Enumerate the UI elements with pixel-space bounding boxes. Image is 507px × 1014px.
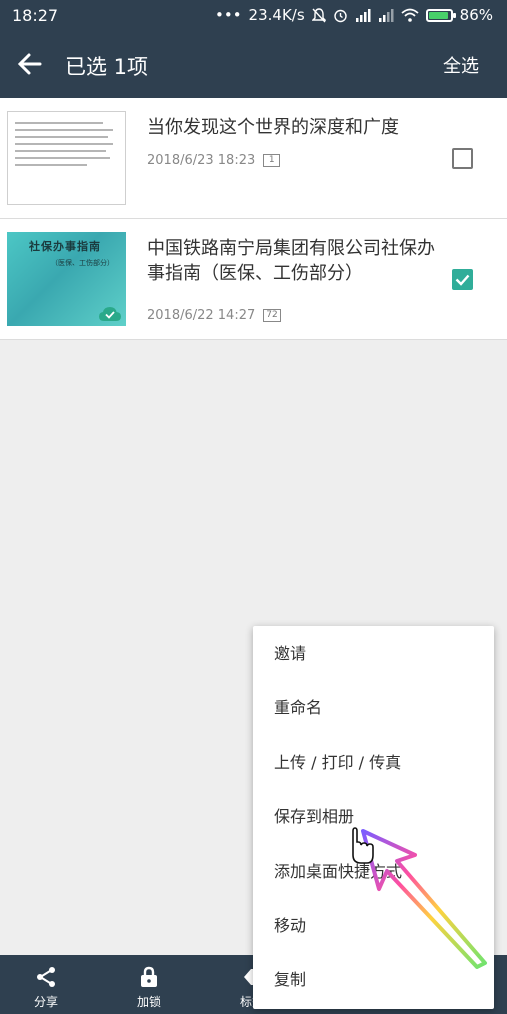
file-meta: 2018/6/23 18:23 1 [147,153,281,168]
file-row[interactable]: 当你发现这个世界的深度和广度 2018/6/23 18:23 1 [0,98,507,219]
signal-icon-2 [378,9,394,22]
cloud-synced-icon [99,307,121,321]
status-icons: ••• 23.4K/s 86% [215,6,493,24]
file-title: 中国铁路南宁局集团有限公司社保办事指南（医保、工伤部分） [147,238,435,284]
menu-item-move[interactable]: 移动 [253,899,494,953]
watermark: Bai 经验 [384,962,446,980]
share-label: 分享 [33,995,58,1009]
lock-icon [141,966,157,987]
file-list: 当你发现这个世界的深度和广度 2018/6/23 18:23 1 社保办事指南 … [0,98,507,340]
battery-percent: 86% [459,6,493,24]
select-checkbox[interactable] [452,148,473,169]
menu-item-save-to-album[interactable]: 保存到相册 [253,790,494,844]
status-dots: ••• [215,6,242,24]
wifi-icon [401,8,419,22]
file-thumbnail: 社保办事指南 （医保、工伤部分） [7,232,126,326]
alarm-icon [333,9,347,22]
file-date: 2018/6/23 18:23 [147,153,256,168]
page-count-badge: 1 [263,154,281,167]
battery-icon [425,8,456,22]
share-icon [37,967,55,987]
checkmark-icon [455,274,470,286]
lock-label: 加锁 [136,995,161,1009]
back-button[interactable] [14,48,46,80]
select-all-button[interactable]: 全选 [443,52,479,78]
menu-item-add-shortcut[interactable]: 添加桌面快捷方式 [253,845,494,899]
menu-item-invite[interactable]: 邀请 [253,627,494,681]
file-title: 当你发现这个世界的深度和广度 [147,117,399,138]
lock-button[interactable]: 加锁 [119,965,179,1010]
share-button[interactable]: 分享 [16,965,76,1010]
arrow-left-icon [17,53,42,75]
file-meta: 2018/6/22 14:27 72 [147,308,281,323]
page-count-badge: 72 [263,309,281,322]
menu-item-copy[interactable]: 复制 [253,953,494,1007]
menu-item-rename[interactable]: 重命名 [253,681,494,735]
mute-bell-icon [311,7,326,22]
menu-item-upload-print-fax[interactable]: 上传 / 打印 / 传真 [253,736,494,790]
status-time: 18:27 [12,6,59,25]
file-row[interactable]: 社保办事指南 （医保、工伤部分） 中国铁路南宁局集团有限公司社保办事指南（医保、… [0,219,507,340]
more-options-menu: 邀请 重命名 上传 / 打印 / 传真 保存到相册 添加桌面快捷方式 移动 复制 [253,626,494,1009]
thumbnail-title: 社保办事指南 [29,240,101,253]
signal-icon [355,9,371,22]
network-speed: 23.4K/s [248,6,305,24]
select-checkbox[interactable] [452,269,473,290]
status-bar: 18:27 ••• 23.4K/s 86% [0,0,507,31]
page-title: 已选 1项 [65,55,149,79]
file-thumbnail [7,111,126,205]
app-bar: 已选 1项 全选 [0,31,507,98]
thumbnail-subtitle: （医保、工伤部分） [51,259,114,267]
file-date: 2018/6/22 14:27 [147,308,256,323]
